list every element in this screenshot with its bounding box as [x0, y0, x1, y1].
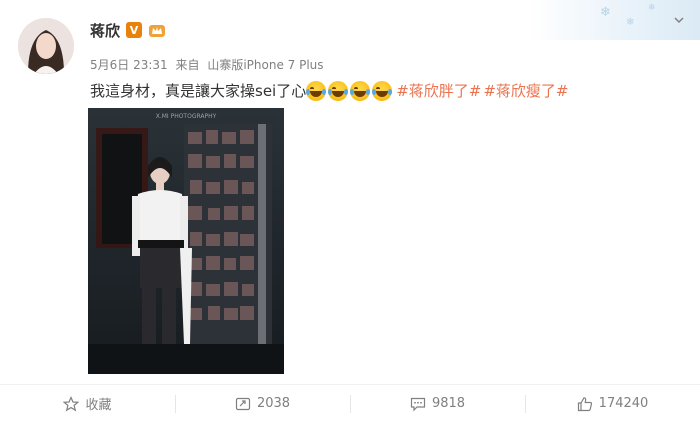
- thumbs-up-icon: [577, 396, 593, 412]
- favorite-label: 收藏: [85, 398, 112, 413]
- verified-badge: V: [126, 22, 143, 38]
- snowflake-icon: ❄: [648, 3, 656, 13]
- chevron-down-icon[interactable]: [672, 14, 686, 28]
- repost-button[interactable]: 2038: [175, 385, 350, 422]
- comment-button[interactable]: 9818: [350, 385, 525, 422]
- member-crown-icon: [148, 22, 166, 38]
- username[interactable]: 蒋欣: [90, 20, 120, 41]
- hashtag-link[interactable]: #蒋欣胖了#: [396, 80, 481, 101]
- repost-count: 2038: [256, 396, 291, 411]
- post-body: 我這身材，真是讓大家操sei了心: [90, 82, 307, 100]
- laugh-cry-emoji: [350, 80, 371, 101]
- photo-watermark: X.MI PHOTOGRAPHY: [156, 113, 217, 120]
- laugh-cry-emoji: [372, 80, 393, 101]
- emoji-group: [306, 80, 394, 101]
- favorite-button[interactable]: 收藏: [0, 385, 175, 422]
- user-line: 蒋欣 V: [90, 18, 166, 42]
- snowflake-icon: ❄: [600, 5, 611, 20]
- repost-icon: [235, 396, 251, 412]
- avatar[interactable]: [18, 18, 74, 74]
- post-date[interactable]: 5月6日 23:31: [90, 58, 168, 72]
- comment-count: 9818: [431, 396, 466, 411]
- laugh-cry-emoji: [328, 80, 349, 101]
- comment-icon: [410, 396, 426, 412]
- post-source-label: 来自: [175, 58, 200, 72]
- post-text: 我這身材，真是讓大家操sei了心 #蒋欣胖了# #蒋欣瘦了#: [90, 80, 569, 101]
- star-icon: [63, 395, 80, 412]
- post-photo[interactable]: X.MI PHOTOGRAPHY: [88, 108, 284, 374]
- weibo-post-card: ❄ ❄ ❄ 蒋欣 V 5月6日 23:31 来自 山寨版iPhone 7 Plu…: [0, 0, 700, 422]
- like-button[interactable]: 174240: [525, 385, 700, 422]
- laugh-cry-emoji: [306, 80, 327, 101]
- like-count: 174240: [598, 396, 649, 411]
- post-meta: 5月6日 23:31 来自 山寨版iPhone 7 Plus: [90, 56, 328, 73]
- snowflake-icon: ❄: [626, 17, 635, 28]
- post-toolbar: 收藏 2038 9818 174240: [0, 385, 700, 422]
- post-device[interactable]: 山寨版iPhone 7 Plus: [207, 58, 323, 72]
- hashtag-link[interactable]: #蒋欣瘦了#: [483, 80, 568, 101]
